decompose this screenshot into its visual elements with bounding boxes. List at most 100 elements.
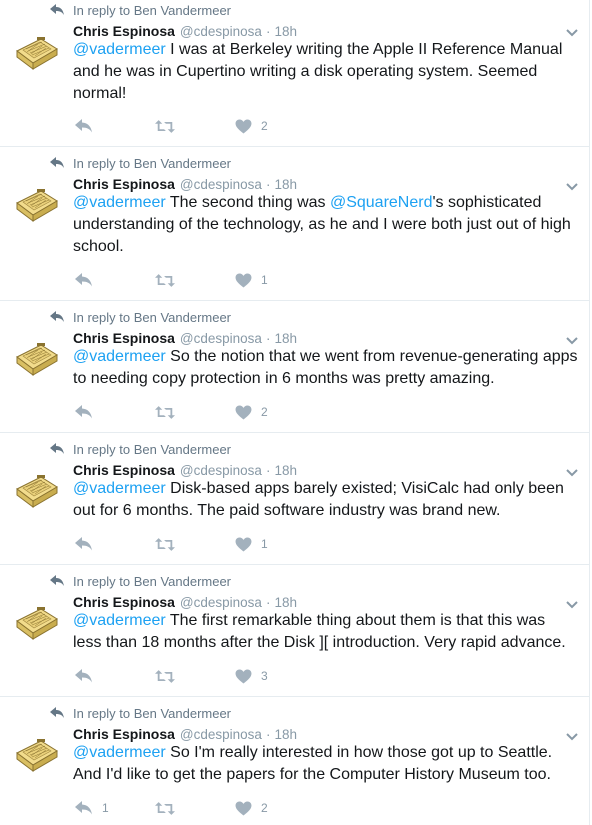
tweet-text: @vadermeer So the notion that we went fr… (73, 346, 578, 390)
retweet-icon (155, 119, 175, 133)
tweet[interactable]: In reply to Ben Vandermeer Chris Espinos… (0, 433, 590, 565)
like-button[interactable]: 1 (235, 271, 268, 289)
author-name[interactable]: Chris Espinosa (73, 462, 175, 478)
more-options-button[interactable] (565, 729, 579, 741)
author-handle[interactable]: @cdespinosa (180, 595, 262, 610)
more-options-button[interactable] (565, 25, 579, 37)
like-count: 3 (261, 669, 268, 683)
retweet-button[interactable] (155, 117, 175, 135)
mention-link[interactable]: @vadermeer (73, 744, 166, 761)
like-button[interactable]: 1 (235, 535, 268, 553)
more-options-button[interactable] (565, 465, 579, 477)
author-name[interactable]: Chris Espinosa (73, 176, 175, 192)
mention-link[interactable]: @SquareNerd (330, 194, 433, 211)
tweet-header: Chris Espinosa @cdespinosa · 18h (73, 725, 297, 743)
avatar[interactable] (11, 179, 61, 229)
reply-icon (75, 801, 92, 815)
author-handle[interactable]: @cdespinosa (180, 331, 262, 346)
tweet-text: @vadermeer So I'm really interested in h… (73, 742, 578, 786)
tweet[interactable]: In reply to Ben Vandermeer Chris Espinos… (0, 565, 590, 697)
separator-dot: · (265, 330, 271, 346)
separator-dot: · (265, 176, 271, 192)
retweet-button[interactable] (155, 535, 175, 553)
retweet-button[interactable] (155, 799, 175, 817)
reply-button[interactable] (75, 667, 102, 685)
timestamp[interactable]: 18h (274, 727, 297, 742)
retweet-icon (155, 537, 175, 551)
retweet-button[interactable] (155, 403, 175, 421)
reply-context-label: In reply to Ben Vandermeer (73, 155, 232, 171)
reply-context[interactable]: In reply to Ben Vandermeer (50, 308, 231, 326)
reply-button[interactable] (75, 117, 102, 135)
tweet[interactable]: In reply to Ben Vandermeer Chris Espinos… (0, 301, 590, 433)
author-handle[interactable]: @cdespinosa (180, 24, 262, 39)
retweet-icon (155, 405, 175, 419)
reply-context[interactable]: In reply to Ben Vandermeer (50, 704, 231, 722)
author-handle[interactable]: @cdespinosa (180, 727, 262, 742)
tweet-text: @vadermeer The second thing was @SquareN… (73, 192, 578, 258)
reply-context[interactable]: In reply to Ben Vandermeer (50, 154, 231, 172)
like-button[interactable]: 3 (235, 667, 268, 685)
tweet[interactable]: In reply to Ben Vandermeer Chris Espinos… (0, 0, 590, 147)
tweet-actions: 12 (73, 799, 333, 817)
reply-context[interactable]: In reply to Ben Vandermeer (50, 1, 231, 19)
timestamp[interactable]: 18h (274, 463, 297, 478)
separator-dot: · (265, 23, 271, 39)
author-name[interactable]: Chris Espinosa (73, 726, 175, 742)
reply-button[interactable] (75, 271, 102, 289)
heart-icon (235, 118, 252, 134)
mention-link[interactable]: @vadermeer (73, 194, 166, 211)
tweet-header: Chris Espinosa @cdespinosa · 18h (73, 22, 297, 40)
apple-ii-computer-avatar (11, 333, 61, 383)
tweet[interactable]: In reply to Ben Vandermeer Chris Espinos… (0, 147, 590, 301)
reply-count: 1 (102, 801, 109, 815)
retweet-button[interactable] (155, 667, 175, 685)
retweet-icon (155, 801, 175, 815)
apple-ii-computer-avatar (11, 465, 61, 515)
avatar[interactable] (11, 333, 61, 383)
reply-context[interactable]: In reply to Ben Vandermeer (50, 440, 231, 458)
tweet-header: Chris Espinosa @cdespinosa · 18h (73, 329, 297, 347)
avatar[interactable] (11, 597, 61, 647)
mention-link[interactable]: @vadermeer (73, 480, 166, 497)
more-options-button[interactable] (565, 597, 579, 609)
timestamp[interactable]: 18h (274, 595, 297, 610)
author-name[interactable]: Chris Espinosa (73, 330, 175, 346)
reply-button[interactable]: 1 (75, 799, 109, 817)
mention-link[interactable]: @vadermeer (73, 348, 166, 365)
retweet-icon (155, 273, 175, 287)
reply-context[interactable]: In reply to Ben Vandermeer (50, 572, 231, 590)
mention-link[interactable]: @vadermeer (73, 612, 166, 629)
reply-context-label: In reply to Ben Vandermeer (73, 2, 232, 18)
avatar[interactable] (11, 27, 61, 77)
retweet-button[interactable] (155, 271, 175, 289)
author-name[interactable]: Chris Espinosa (73, 594, 175, 610)
author-handle[interactable]: @cdespinosa (180, 177, 262, 192)
like-button[interactable]: 2 (235, 799, 268, 817)
timestamp[interactable]: 18h (274, 331, 297, 346)
tweet-actions: 1 (73, 271, 333, 289)
chevron-down-icon (566, 183, 578, 191)
more-options-button[interactable] (565, 333, 579, 345)
like-button[interactable]: 2 (235, 117, 268, 135)
reply-button[interactable] (75, 535, 102, 553)
like-count: 2 (261, 801, 268, 815)
apple-ii-computer-avatar (11, 27, 61, 77)
chevron-down-icon (566, 469, 578, 477)
like-count: 2 (261, 119, 268, 133)
like-button[interactable]: 2 (235, 403, 268, 421)
timestamp[interactable]: 18h (274, 24, 297, 39)
chevron-down-icon (566, 29, 578, 37)
timestamp[interactable]: 18h (274, 177, 297, 192)
author-name[interactable]: Chris Espinosa (73, 23, 175, 39)
heart-icon (235, 800, 252, 816)
heart-icon (235, 404, 252, 420)
more-options-button[interactable] (565, 179, 579, 191)
tweet-text: @vadermeer I was at Berkeley writing the… (73, 39, 578, 105)
mention-link[interactable]: @vadermeer (73, 41, 166, 58)
avatar[interactable] (11, 729, 61, 779)
tweet[interactable]: In reply to Ben Vandermeer Chris Espinos… (0, 697, 590, 825)
reply-button[interactable] (75, 403, 102, 421)
avatar[interactable] (11, 465, 61, 515)
author-handle[interactable]: @cdespinosa (180, 463, 262, 478)
